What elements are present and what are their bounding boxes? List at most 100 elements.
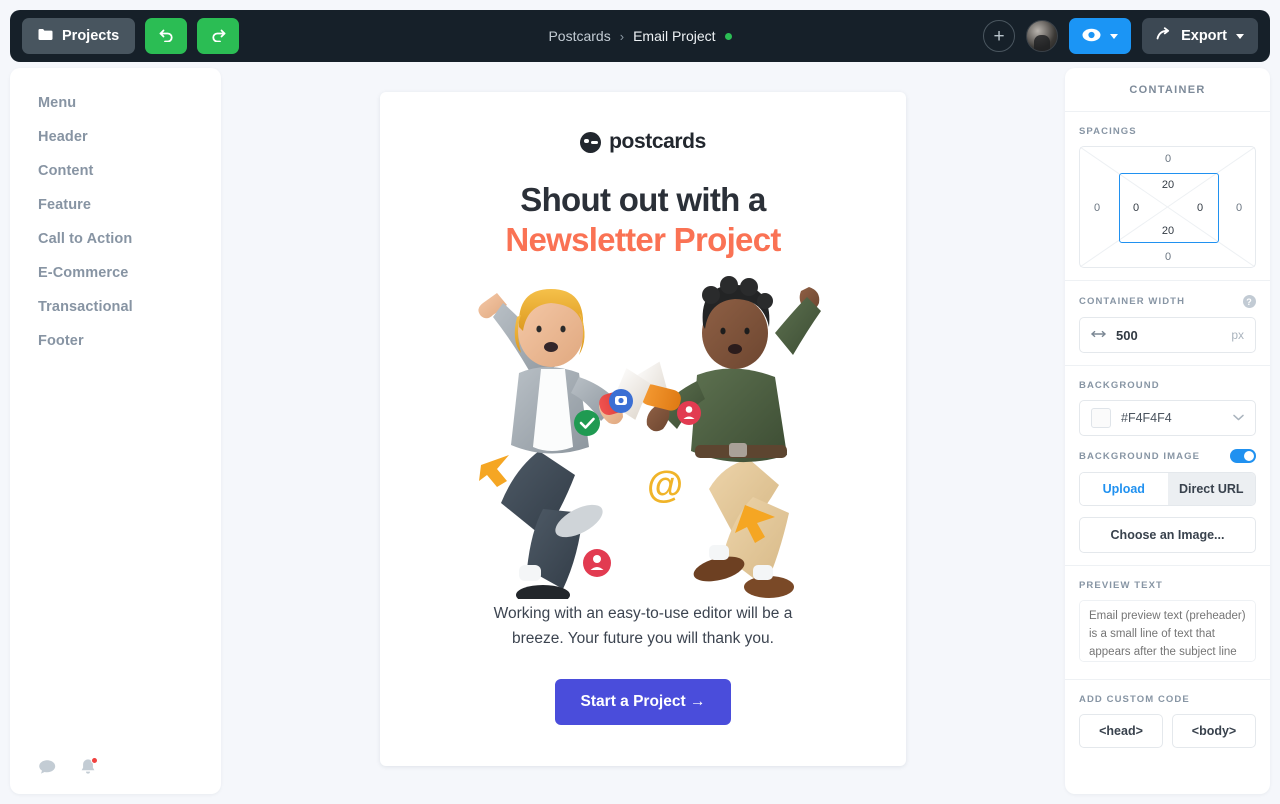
character-right — [611, 275, 821, 598]
spacings-section: SPACINGS 0 0 0 0 20 20 0 0 — [1065, 112, 1270, 281]
preview-button[interactable] — [1069, 18, 1132, 54]
check-badge-icon — [574, 409, 600, 436]
help-icon[interactable]: ? — [1243, 295, 1256, 308]
sidebar-item-footer[interactable]: Footer — [10, 324, 221, 358]
background-label: BACKGROUND — [1079, 380, 1256, 391]
sidebar-footer — [10, 740, 221, 794]
sidebar-item-feature[interactable]: Feature — [10, 188, 221, 222]
container-width-input[interactable]: 500 px — [1079, 317, 1256, 353]
at-symbol-icon: @ — [647, 464, 683, 505]
chevron-down-icon[interactable] — [1233, 413, 1244, 424]
margin-left-value[interactable]: 0 — [1094, 202, 1100, 214]
toolbar-left-group: Projects — [22, 18, 240, 54]
background-section: BACKGROUND #F4F4F4 BACKGROUND IMAGE Uplo… — [1065, 366, 1270, 566]
background-image-label: BACKGROUND IMAGE — [1079, 449, 1256, 463]
floating-icons: @ — [574, 388, 701, 577]
export-button[interactable]: Export — [1142, 18, 1258, 54]
padding-bottom-value[interactable]: 20 — [1162, 225, 1174, 237]
custom-code-section: ADD CUSTOM CODE <head> <body> — [1065, 680, 1270, 760]
padding-right-value[interactable]: 0 — [1197, 202, 1203, 214]
breadcrumb-current[interactable]: Email Project — [633, 28, 715, 44]
chat-bubble-icon[interactable] — [38, 759, 57, 776]
email-logo: postcards — [580, 130, 706, 154]
margin-top-value[interactable]: 0 — [1165, 153, 1171, 165]
panel-title: CONTAINER — [1065, 68, 1270, 112]
folder-icon — [38, 28, 53, 45]
eye-icon — [1082, 28, 1101, 45]
body-code-button[interactable]: <body> — [1172, 714, 1256, 748]
spacings-label-text: SPACINGS — [1079, 126, 1137, 137]
avatar[interactable] — [1026, 20, 1059, 52]
headline-line-1: Shout out with a — [520, 181, 766, 218]
preview-text-label-text: PREVIEW TEXT — [1079, 580, 1163, 591]
width-arrows-icon — [1091, 326, 1106, 344]
export-button-label: Export — [1181, 28, 1227, 44]
headline-line-2: Newsletter Project — [505, 221, 781, 259]
properties-panel: CONTAINER SPACINGS 0 0 0 0 20 20 0 0 CON… — [1065, 68, 1270, 794]
breadcrumb-separator: › — [619, 28, 625, 44]
custom-code-buttons: <head> <body> — [1079, 714, 1256, 748]
background-image-source-tabs: Upload Direct URL — [1079, 472, 1256, 506]
app-root: Projects Postcards › Email Project + Exp… — [0, 0, 1280, 804]
container-width-value: 500 — [1116, 327, 1138, 343]
head-code-button[interactable]: <head> — [1079, 714, 1163, 748]
projects-button-label: Projects — [62, 28, 120, 44]
choose-an-image-button[interactable]: Choose an Image... — [1079, 517, 1256, 553]
redo-arrow-icon — [210, 27, 227, 45]
toolbar-right-group: + Export — [983, 18, 1258, 54]
spacings-label: SPACINGS — [1079, 126, 1256, 137]
container-width-section: CONTAINER WIDTH ? 500 px — [1065, 281, 1270, 366]
redo-button[interactable] — [197, 18, 240, 54]
sidebar-item-e-commerce[interactable]: E-Commerce — [10, 256, 221, 290]
margin-bottom-value[interactable]: 0 — [1165, 251, 1171, 263]
email-logo-text: postcards — [609, 130, 706, 153]
container-width-unit: px — [1231, 328, 1244, 342]
character-left — [478, 288, 673, 605]
sidebar-item-transactional[interactable]: Transactional — [10, 290, 221, 324]
padding-left-value[interactable]: 0 — [1133, 202, 1139, 214]
preview-text-section: PREVIEW TEXT — [1065, 566, 1270, 680]
color-swatch[interactable] — [1091, 408, 1111, 428]
email-preview-container[interactable]: postcards Shout out with a Newsletter Pr… — [380, 92, 906, 766]
sidebar-item-header[interactable]: Header — [10, 120, 221, 154]
left-sidebar: Menu Header Content Feature Call to Acti… — [10, 68, 221, 794]
illustration-svg: @ — [478, 275, 821, 605]
email-body-text[interactable]: Working with an easy-to-use editor will … — [478, 601, 808, 651]
tab-upload[interactable]: Upload — [1080, 473, 1168, 505]
sidebar-menu-list: Menu Header Content Feature Call to Acti… — [10, 68, 221, 740]
preview-text-label: PREVIEW TEXT — [1079, 580, 1256, 591]
margin-right-value[interactable]: 0 — [1236, 202, 1242, 214]
hero-illustration[interactable]: @ — [423, 269, 863, 605]
postcards-logo-icon — [580, 131, 602, 153]
sidebar-item-call-to-action[interactable]: Call to Action — [10, 222, 221, 256]
background-image-toggle[interactable] — [1230, 449, 1256, 463]
spacing-editor[interactable]: 0 0 0 0 20 20 0 0 — [1079, 146, 1256, 268]
undo-arrow-icon — [158, 27, 175, 45]
tab-direct-url[interactable]: Direct URL — [1167, 473, 1255, 505]
bell-icon[interactable] — [79, 756, 98, 777]
breadcrumb-parent[interactable]: Postcards — [548, 28, 610, 44]
start-a-project-button[interactable]: Start a Project → — [554, 678, 732, 725]
custom-code-label-text: ADD CUSTOM CODE — [1079, 694, 1190, 705]
plus-icon: + — [993, 25, 1005, 47]
notification-badge — [91, 756, 98, 764]
canvas-area: postcards Shout out with a Newsletter Pr… — [221, 68, 1065, 794]
user-badge-icon-1 — [677, 400, 701, 425]
saved-status-dot — [724, 32, 732, 40]
sidebar-item-content[interactable]: Content — [10, 154, 221, 188]
undo-button[interactable] — [145, 18, 188, 54]
top-toolbar: Projects Postcards › Email Project + Exp… — [10, 10, 1270, 62]
sidebar-item-menu[interactable]: Menu — [10, 86, 221, 120]
background-hex-value: #F4F4F4 — [1121, 411, 1172, 425]
background-color-picker[interactable]: #F4F4F4 — [1079, 400, 1256, 436]
add-button[interactable]: + — [983, 20, 1016, 52]
padding-top-value[interactable]: 20 — [1162, 179, 1174, 191]
preview-text-input[interactable] — [1079, 600, 1256, 662]
container-width-label-text: CONTAINER WIDTH — [1079, 296, 1186, 307]
projects-button[interactable]: Projects — [22, 18, 136, 54]
email-headline[interactable]: Shout out with a Newsletter Project — [505, 180, 781, 261]
container-width-label: CONTAINER WIDTH ? — [1079, 295, 1256, 308]
chevron-down-icon — [1236, 33, 1244, 39]
share-arrow-icon — [1156, 27, 1172, 45]
background-label-text: BACKGROUND — [1079, 380, 1160, 391]
